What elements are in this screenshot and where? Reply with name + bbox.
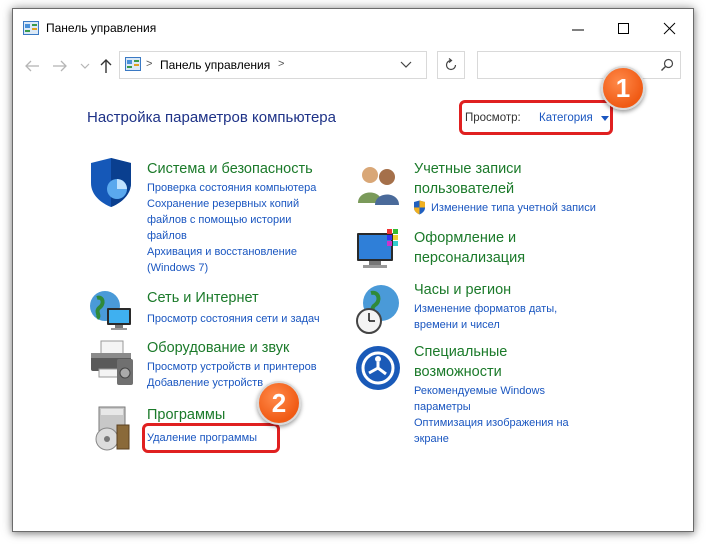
link-add-device[interactable]: Добавление устройств (147, 375, 263, 391)
up-arrow-icon[interactable] (97, 57, 115, 75)
link-recommended-settings[interactable]: Рекомендуемые Windows (414, 383, 545, 399)
category-title-system[interactable]: Система и безопасность (147, 159, 313, 180)
refresh-button[interactable] (437, 51, 465, 79)
link-check-computer-status[interactable]: Проверка состояния компьютера (147, 180, 316, 196)
category-title-appearance[interactable]: персонализация (414, 248, 525, 269)
page-title: Настройка параметров компьютера (87, 109, 336, 126)
link-optimize-display[interactable]: экране (414, 431, 449, 447)
dropdown-arrow-icon[interactable] (601, 116, 609, 121)
link-devices-printers[interactable]: Просмотр устройств и принтеров (147, 359, 317, 375)
link-change-date-formats[interactable]: времени и чисел (414, 317, 500, 333)
breadcrumb[interactable]: Панель управления (160, 58, 270, 72)
maximize-icon (618, 23, 629, 34)
chevron-down-icon[interactable] (400, 61, 412, 69)
category-title-network[interactable]: Сеть и Интернет (147, 288, 259, 309)
printer-icon (91, 340, 133, 385)
link-network-status[interactable]: Просмотр состояния сети и задач (147, 311, 320, 327)
refresh-icon (445, 58, 457, 71)
link-recommended-settings[interactable]: параметры (414, 399, 471, 415)
category-title-accounts[interactable]: Учетные записи (414, 159, 522, 180)
search-icon[interactable] (660, 58, 674, 72)
users-icon (358, 167, 399, 205)
title-bar[interactable]: Панель управления (13, 9, 693, 49)
link-backup-restore[interactable]: Архивация и восстановление (147, 244, 297, 260)
programs-icon (95, 406, 130, 451)
control-panel-window: Панель управления > Панель управления > … (12, 8, 694, 532)
minimize-button[interactable] (555, 9, 601, 49)
shield-icon (91, 158, 131, 207)
category-title-hardware[interactable]: Оборудование и звук (147, 338, 289, 359)
ease-of-access-icon (356, 346, 400, 390)
link-backup-files[interactable]: файлов (147, 228, 187, 244)
link-backup-restore[interactable]: (Windows 7) (147, 260, 208, 276)
uac-shield-icon (414, 200, 425, 215)
category-title-ease-of-access[interactable]: возможности (414, 362, 502, 383)
category-title-clock-region[interactable]: Часы и регион (414, 280, 511, 301)
callout-badge: 1 (601, 66, 645, 110)
minimize-icon (572, 29, 584, 31)
control-panel-icon (125, 57, 141, 71)
link-backup-files[interactable]: Сохранение резервных копий (147, 196, 299, 212)
callout-badge: 2 (257, 381, 301, 425)
maximize-button[interactable] (601, 9, 647, 49)
view-mode-dropdown[interactable]: Категория (539, 112, 593, 124)
breadcrumb-separator[interactable]: > (146, 58, 152, 70)
search-input[interactable] (477, 51, 681, 79)
control-panel-icon (23, 21, 39, 35)
address-bar[interactable]: > Панель управления > (119, 51, 427, 79)
view-label: Просмотр: (465, 112, 521, 124)
appearance-monitor-icon (357, 229, 398, 268)
link-backup-files[interactable]: файлов с помощью истории (147, 212, 291, 228)
link-optimize-display[interactable]: Оптимизация изображения на (414, 415, 569, 431)
clock-globe-icon (356, 285, 399, 334)
close-button[interactable] (647, 9, 693, 49)
link-uninstall-program[interactable]: Удаление программы (147, 430, 257, 446)
close-icon (663, 22, 676, 35)
link-change-account-type[interactable]: Изменение типа учетной записи (431, 200, 596, 216)
back-arrow-icon[interactable] (23, 57, 41, 75)
network-globe-icon (90, 291, 131, 330)
window-title: Панель управления (46, 21, 157, 35)
forward-arrow-icon[interactable] (51, 57, 69, 75)
category-title-appearance[interactable]: Оформление и (414, 228, 516, 249)
category-title-accounts[interactable]: пользователей (414, 179, 514, 200)
dropdown-history-icon[interactable] (76, 57, 94, 75)
category-title-ease-of-access[interactable]: Специальные (414, 342, 507, 363)
link-change-date-formats[interactable]: Изменение форматов даты, (414, 301, 557, 317)
breadcrumb-separator[interactable]: > (278, 58, 284, 70)
